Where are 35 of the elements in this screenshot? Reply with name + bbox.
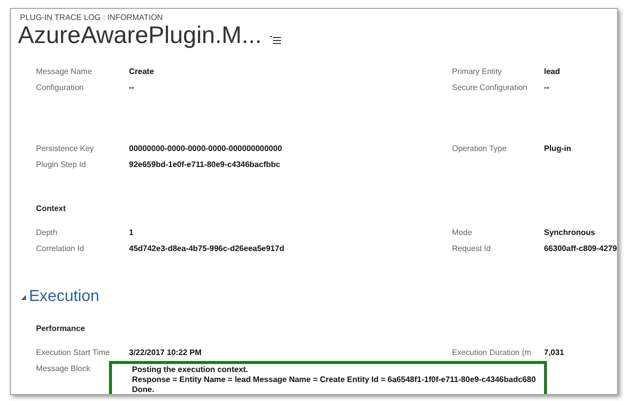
- collapse-triangle-icon[interactable]: [21, 294, 26, 300]
- field-label: Mode: [452, 227, 474, 239]
- field-label: Message Name: [36, 66, 94, 78]
- field-value: --: [544, 82, 550, 94]
- subsection-heading: Context: [36, 203, 67, 215]
- field-value: --: [129, 82, 136, 94]
- field-label: Operation Type: [452, 143, 508, 155]
- field-label: Request Id: [452, 243, 492, 255]
- field-value: Create: [129, 66, 155, 78]
- breadcrumb: PLUG-IN TRACE LOG : INFORMATION: [20, 13, 164, 22]
- field-value: 00000000-0000-0000-0000-000000000000: [129, 143, 284, 155]
- record-title: AzureAwarePlugin.M...: [18, 22, 262, 50]
- field-value: 66300aff-c809-4279: [544, 243, 617, 255]
- field-value: 45d742e3-d8ea-4b75-996c-d26eea5e917d: [129, 243, 286, 255]
- field-label: Correlation Id: [36, 243, 86, 255]
- field-label: Execution Duration (m: [452, 347, 532, 359]
- field-value: 3/22/2017 10:22 PM: [129, 347, 202, 359]
- field-value: Synchronous: [544, 227, 596, 239]
- field-value: 1: [129, 227, 134, 239]
- subsection-heading: Performance: [36, 323, 86, 335]
- menu-icon[interactable]: [270, 36, 281, 44]
- field-value: 92e659bd-1e0f-e711-80e9-c4346bacfbbc: [129, 159, 282, 171]
- field-label: Secure Configuration: [452, 82, 528, 94]
- field-label: Depth: [36, 227, 58, 239]
- field-label: Primary Entity: [452, 66, 503, 78]
- message-block: Posting the execution context. Response = Entity Name = lead Message Name = Create Entity Id = 6a6548f1-1f0f-e711-80e9-c4346badc680 Done.: [109, 361, 547, 394]
- section-heading: Execution: [29, 287, 100, 307]
- field-value: lead: [544, 66, 562, 78]
- field-value: Plug-in: [544, 143, 572, 155]
- field-label: Plugin Step Id: [36, 159, 87, 171]
- field-label: Configuration: [36, 82, 85, 94]
- field-label: Persistence Key: [36, 143, 95, 155]
- field-label: Message Block: [36, 363, 92, 375]
- field-label: Execution Start Time: [36, 347, 111, 359]
- field-value: 7,031: [544, 347, 566, 359]
